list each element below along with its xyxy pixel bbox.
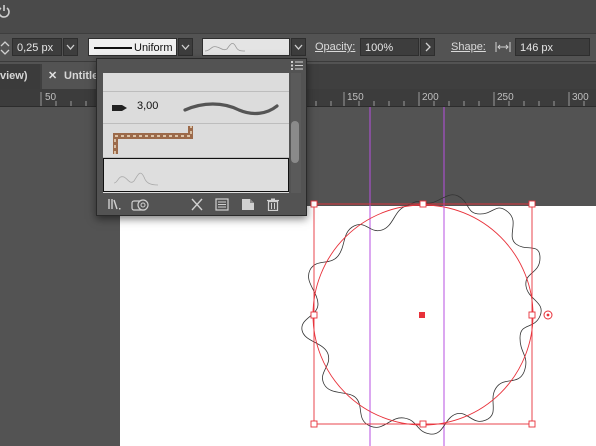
brush-list[interactable]: 3,00 bbox=[103, 73, 289, 193]
brush-size-label: 3,00 bbox=[137, 100, 159, 112]
brush-list-top-row[interactable] bbox=[103, 73, 289, 92]
delete-brush-icon[interactable] bbox=[266, 198, 280, 211]
brush-item-art-selected[interactable] bbox=[103, 158, 289, 192]
brush-item-calligraphic[interactable]: 3,00 bbox=[103, 92, 289, 124]
options-of-selected-object-icon[interactable] bbox=[215, 198, 229, 211]
live-shape-widget-icon[interactable] bbox=[543, 310, 553, 320]
scrollbar-thumb[interactable] bbox=[291, 121, 299, 163]
brush-libraries-menu-icon[interactable] bbox=[107, 198, 121, 211]
libraries-panel-icon[interactable] bbox=[131, 198, 151, 211]
center-point bbox=[419, 312, 425, 318]
panel-menu-icon[interactable] bbox=[291, 61, 303, 70]
new-brush-icon[interactable] bbox=[241, 198, 255, 211]
calligraphic-brush-icon bbox=[112, 105, 127, 111]
calligraphic-stroke-preview bbox=[183, 102, 279, 116]
remove-brush-stroke-icon[interactable] bbox=[190, 198, 204, 211]
pattern-brush-preview bbox=[113, 126, 193, 154]
art-brush-preview bbox=[113, 172, 159, 186]
brushes-panel: 3,00 bbox=[96, 58, 307, 216]
panel-bottom-toolbar bbox=[97, 195, 306, 215]
brush-item-pattern[interactable] bbox=[103, 124, 289, 158]
